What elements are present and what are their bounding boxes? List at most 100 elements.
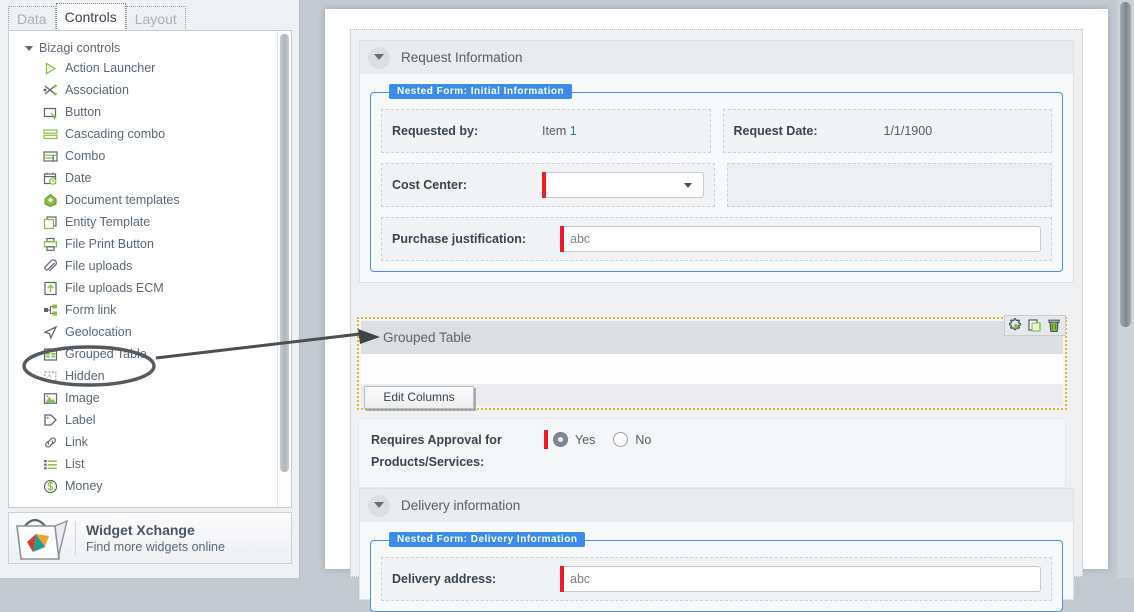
calendar-clock-icon <box>43 171 58 186</box>
paperclip-icon <box>43 258 58 274</box>
field-request-date[interactable]: Request Date: 1/1/1900 <box>722 109 1052 153</box>
control-item-action-launcher[interactable]: Action Launcher <box>9 57 277 79</box>
chevron-down-icon[interactable] <box>684 183 692 188</box>
section-body: Nested Form: Initial Information Request… <box>359 74 1074 283</box>
control-item-button[interactable]: Button <box>9 101 277 123</box>
radio-no[interactable] <box>613 432 629 447</box>
controls-scrollbar-thumb[interactable] <box>280 34 289 472</box>
field-delivery-address[interactable]: Delivery address: abc <box>381 557 1052 601</box>
control-item-label: File uploads <box>65 259 133 273</box>
field-row: Cost Center: <box>381 163 1052 207</box>
control-item-label: Money <box>65 479 103 493</box>
control-item-label-control[interactable]: Label <box>9 409 277 431</box>
tag-icon <box>43 413 58 428</box>
field-requested-by[interactable]: Requested by: Item 1 <box>381 109 711 153</box>
control-item-form-link[interactable]: Form link <box>9 299 277 321</box>
link-chain-icon <box>43 435 58 450</box>
grouped-table-body <box>361 354 1063 384</box>
main-scrollbar[interactable] <box>1117 0 1134 578</box>
control-item-label: Form link <box>65 303 117 317</box>
controls-panel: Data Controls Layout Bizagi controls Act… <box>0 0 300 578</box>
document-templates-icon <box>43 193 58 208</box>
field-label: Request Date: <box>733 124 818 138</box>
field-value: Item 1 <box>542 124 577 138</box>
control-item-cascading-combo[interactable]: Cascading combo <box>9 123 277 145</box>
copy-icon[interactable] <box>1027 318 1043 334</box>
control-item-entity-template[interactable]: Entity Template <box>9 211 277 233</box>
tab-controls[interactable]: Controls <box>55 3 126 31</box>
radio-yes[interactable] <box>553 432 568 447</box>
control-item-label: File Print Button <box>65 237 154 251</box>
control-item-grouped-table[interactable]: Grouped Table <box>9 343 277 365</box>
entity-template-icon <box>43 215 58 230</box>
form-container: Request Information Nested Form: Initial… <box>350 29 1083 612</box>
form-link-icon <box>43 303 58 318</box>
control-item-association[interactable]: Association <box>9 79 277 101</box>
control-item-label: Document templates <box>65 193 180 207</box>
control-item-money[interactable]: Money <box>9 475 277 497</box>
control-item-file-uploads-ecm[interactable]: File uploads ECM <box>9 277 277 299</box>
section-body: Nested Form: Delivery Information Delive… <box>359 522 1074 612</box>
field-label: Purchase justification: <box>392 232 527 246</box>
requires-approval-label-line1: Requires Approval for <box>371 433 502 447</box>
field-row: Requested by: Item 1 Request Date: 1/1/1… <box>381 109 1052 153</box>
divider <box>75 521 76 555</box>
control-item-geolocation[interactable]: Geolocation <box>9 321 277 343</box>
list-icon <box>43 457 58 472</box>
control-item-label: File uploads ECM <box>65 281 164 295</box>
control-item-combo[interactable]: Combo <box>9 145 277 167</box>
geolocation-arrow-icon <box>43 325 58 340</box>
cascading-combo-icon <box>43 127 58 142</box>
section-title: Delivery information <box>401 498 521 513</box>
control-item-date[interactable]: Date <box>9 167 277 189</box>
requires-approval-label: Requires Approval for Products/Services: <box>371 429 531 473</box>
section-request-information: Request Information Nested Form: Initial… <box>359 40 1074 283</box>
section-header[interactable]: Delivery information <box>359 488 1074 522</box>
control-item-label: Action Launcher <box>65 61 156 75</box>
cost-center-value[interactable] <box>546 172 704 198</box>
field-cost-center[interactable]: Cost Center: <box>381 163 715 207</box>
edit-columns-button[interactable]: Edit Columns <box>364 386 474 409</box>
nested-form-badge: Nested Form: Initial Information <box>389 84 573 99</box>
control-item-image[interactable]: Image <box>9 387 277 409</box>
control-item-link[interactable]: Link <box>9 431 277 453</box>
tab-data[interactable]: Data <box>8 6 56 31</box>
grouped-table-widget[interactable]: Grouped Table Edit Columns <box>357 315 1067 410</box>
trash-icon[interactable] <box>1046 318 1062 334</box>
purchase-justification-input-wrap[interactable]: abc <box>560 226 1041 252</box>
control-item-list[interactable]: List <box>9 453 277 475</box>
section-header[interactable]: Request Information <box>359 40 1074 74</box>
chevron-down-icon[interactable] <box>368 494 390 517</box>
control-item-file-print-button[interactable]: File Print Button <box>9 233 277 255</box>
control-item-label: Geolocation <box>65 325 132 339</box>
field-label: Requested by: <box>392 124 479 138</box>
control-item-file-uploads[interactable]: File uploads <box>9 255 277 277</box>
upload-arrow-icon <box>43 281 58 296</box>
requires-approval-row: Requires Approval for Products/Services:… <box>358 418 1066 488</box>
widget-xchange-banner[interactable]: Widget Xchange Find more widgets online <box>8 512 292 564</box>
tab-layout[interactable]: Layout <box>125 6 186 31</box>
main-scrollbar-thumb[interactable] <box>1120 2 1131 327</box>
cost-center-combo[interactable] <box>542 172 704 198</box>
control-item-label: Grouped Table <box>65 347 147 361</box>
chevron-down-icon[interactable] <box>368 46 390 69</box>
group-label: Bizagi controls <box>39 41 121 55</box>
field-row: Delivery address: abc <box>381 557 1052 601</box>
delivery-address-input[interactable]: abc <box>564 566 1041 592</box>
gear-icon[interactable] <box>1008 317 1024 334</box>
required-indicator <box>544 430 548 449</box>
purchase-justification-input[interactable]: abc <box>564 226 1041 252</box>
image-icon <box>43 391 58 406</box>
delivery-address-input-wrap[interactable]: abc <box>560 566 1041 592</box>
control-item-hidden[interactable]: Hidden <box>9 365 277 387</box>
group-bizagi-controls[interactable]: Bizagi controls <box>9 39 277 57</box>
panel-tabs: Data Controls Layout <box>8 3 186 31</box>
control-item-document-templates[interactable]: Document templates <box>9 189 277 211</box>
grouped-table-icon <box>43 347 58 362</box>
nested-form-initial-information: Nested Form: Initial Information Request… <box>370 84 1063 272</box>
field-purchase-justification[interactable]: Purchase justification: abc <box>381 217 1052 261</box>
control-item-label: Association <box>65 83 129 97</box>
widget-xchange-title: Widget Xchange <box>86 521 195 538</box>
controls-scrollbar[interactable] <box>277 31 291 507</box>
chevron-down-icon <box>25 45 33 51</box>
